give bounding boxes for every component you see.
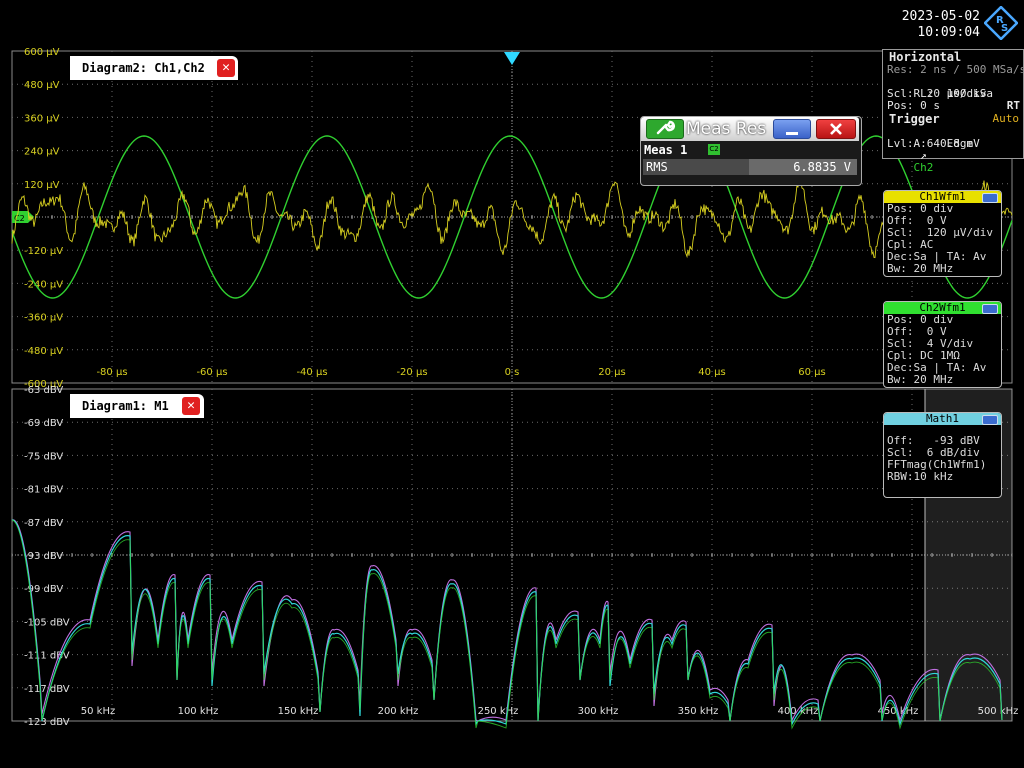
- diagram2-y-label: 480 µV: [24, 80, 60, 91]
- diagram2-y-label: 120 µV: [24, 180, 60, 191]
- diagram1-x-label: 300 kHz: [578, 706, 619, 717]
- diagram2-x-label: 60 µs: [798, 367, 825, 378]
- diagram1-y-label: -81 dBV: [24, 485, 63, 496]
- horizontal-res: Res: 2 ns / 500 MSa/s: [887, 63, 1024, 76]
- trigger-position-icon: [504, 52, 520, 65]
- diagram2-x-label: -40 µs: [296, 367, 327, 378]
- ch1-wfm-title: Ch1Wfm1: [919, 190, 966, 203]
- diagram1-y-label: -93 dBV: [24, 551, 63, 562]
- diagram1-y-label: -87 dBV: [24, 518, 63, 529]
- math1-title: Math1: [925, 412, 960, 425]
- diagram2-y-label: -240 µV: [24, 279, 63, 290]
- meas-value: 6.8835 V: [793, 160, 851, 174]
- meas-source-badge: C2: [708, 144, 720, 155]
- diagram2-x-label: -60 µs: [196, 367, 227, 378]
- svg-text:S: S: [1001, 23, 1008, 34]
- time-label: 10:09:04: [917, 25, 980, 40]
- meas-result-window[interactable]: Meas Res Meas 1 C2 RMS 6.8835 V: [640, 116, 862, 186]
- horizontal-title: Horizontal: [889, 50, 962, 64]
- diagram2-y-label: 600 µV: [24, 47, 60, 58]
- ch1-wfm-panel[interactable]: Ch1Wfm1 Pos: 0 div Off: 0 V Scl: 120 µV/…: [883, 190, 1002, 277]
- diagram1-x-label: 250 kHz: [478, 706, 519, 717]
- diagram1-y-label: -63 dBV: [24, 385, 63, 396]
- ch2-wfm-panel[interactable]: Ch2Wfm1 Pos: 0 div Off: 0 V Scl: 4 V/div…: [883, 301, 1002, 388]
- ch1-bandwidth: Bw: 20 MHz: [887, 262, 954, 275]
- diagram1-x-label: 200 kHz: [378, 706, 419, 717]
- fft-trace: [11, 519, 1003, 727]
- diagram2-close-icon[interactable]: ✕: [217, 59, 235, 77]
- diagram1-close-icon[interactable]: ✕: [182, 397, 200, 415]
- trigger-level: Lvl: 640.8 mV: [887, 137, 980, 150]
- diagram2-x-label: -20 µs: [396, 367, 427, 378]
- close-icon: [830, 123, 842, 135]
- diagram2-y-label: -360 µV: [24, 313, 63, 324]
- diagram2-y-label: 240 µV: [24, 147, 60, 158]
- minimize-icon: [786, 132, 798, 135]
- diagram2-tab[interactable]: Diagram2: Ch1,Ch2 ✕: [70, 56, 238, 80]
- diagram2-x-label: -80 µs: [96, 367, 127, 378]
- diagram2-y-label: -480 µV: [24, 346, 63, 357]
- fft-max-trace: [11, 519, 1003, 723]
- meas-title: Meas Res: [686, 119, 767, 139]
- diagram2-x-label: 20 µs: [598, 367, 625, 378]
- meas-minimize-button[interactable]: [773, 119, 811, 139]
- diagram1-x-label: 400 kHz: [778, 706, 819, 717]
- diagram1-y-label: -75 dBV: [24, 451, 63, 462]
- meas-close-button[interactable]: [816, 119, 856, 139]
- math1-panel[interactable]: Math1 Off: -93 dBV Scl: 6 dB/div FFTmag(…: [883, 412, 1002, 498]
- meas-settings-button[interactable]: [646, 119, 684, 139]
- ch2-bandwidth: Bw: 20 MHz: [887, 373, 954, 386]
- diagram1-y-label: -105 dBV: [24, 617, 70, 628]
- ch2-minimize-icon[interactable]: [982, 304, 998, 314]
- rt-badge: RT: [1006, 99, 1020, 112]
- diagram1-y-label: -69 dBV: [24, 418, 63, 429]
- diagram1-title: Diagram1: M1: [82, 399, 169, 413]
- diagram2-title: Diagram2: Ch1,Ch2: [82, 61, 205, 75]
- trigger-mode: Auto: [992, 112, 1020, 125]
- diagram2-y-label: 360 µV: [24, 113, 60, 124]
- diagram1-x-label: 350 kHz: [678, 706, 719, 717]
- meas-name: Meas 1: [644, 143, 688, 157]
- diagram1-x-label: 150 kHz: [278, 706, 319, 717]
- diagram2-x-label: 40 µs: [698, 367, 725, 378]
- diagram1-tab[interactable]: Diagram1: M1 ✕: [70, 394, 204, 418]
- diagram1-y-label: -123 dBV: [24, 717, 70, 728]
- diagram1-x-label: 50 kHz: [81, 706, 115, 717]
- scope-display: 600 µV 480 µV 360 µV 240 µV 120 µV -120 µV -24…: [11, 47, 1018, 730]
- trigger-title: Trigger: [889, 112, 940, 126]
- rohde-schwarz-logo-icon: R S: [984, 6, 1018, 40]
- diagram2-y-label: -120 µV: [24, 246, 63, 257]
- math1-rbw: RBW:10 kHz: [887, 470, 954, 483]
- diagram1-x-label: 100 kHz: [178, 706, 219, 717]
- horizontal-rl: RL: 100 kSa: [913, 87, 993, 100]
- math1-minimize-icon[interactable]: [982, 415, 998, 425]
- diagram2-x-label: 0 s: [505, 367, 520, 378]
- ch1-minimize-icon[interactable]: [982, 193, 998, 203]
- trigger-source: Ch2: [913, 161, 934, 174]
- date-label: 2023-05-02: [901, 9, 980, 24]
- meas-param: RMS: [646, 160, 668, 174]
- ch2-wfm-title: Ch2Wfm1: [919, 301, 966, 314]
- horizontal-trigger-panel[interactable]: Horizontal Res: 2 ns / 500 MSa/s RL: 100…: [882, 49, 1024, 174]
- wrench-icon: [656, 120, 676, 135]
